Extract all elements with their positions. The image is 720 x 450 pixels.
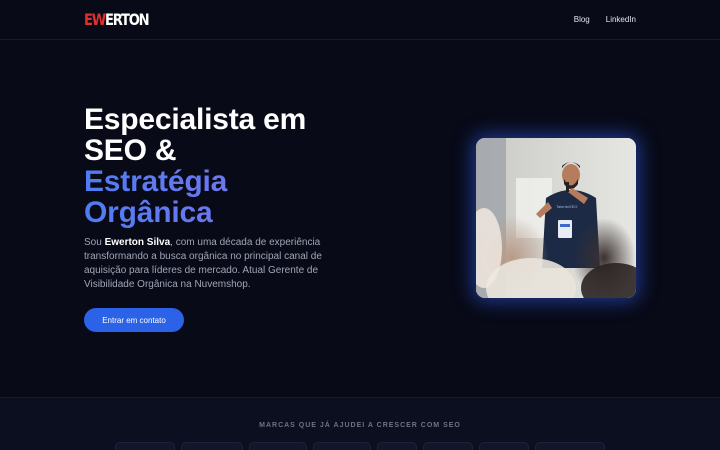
brand-logo-row — [0, 442, 720, 450]
brand-logo — [313, 442, 371, 450]
site-header: EWERTON Blog LinkedIn — [0, 0, 720, 40]
brand-logo — [115, 442, 175, 450]
hero-title-line-1: Especialista em — [84, 103, 307, 136]
desc-prefix: Sou — [84, 237, 105, 248]
desc-name: Ewerton Silva — [104, 237, 171, 248]
svg-text:TalentoSEO: TalentoSEO — [556, 204, 577, 209]
speaker-photo-image: TalentoSEO — [476, 138, 636, 298]
brands-title: MARCAS QUE JÁ AJUDEI A CRESCER COM SEO — [259, 422, 461, 429]
site-logo[interactable]: EWERTON — [84, 10, 150, 29]
speaker-photo: TalentoSEO — [476, 138, 636, 298]
brand-logo — [423, 442, 473, 450]
brand-logo — [181, 442, 243, 450]
hero-title-line-2: SEO & — [84, 134, 177, 167]
hero-title: Especialista em SEO & Estratégia Orgânic… — [84, 104, 384, 228]
brand-logo — [377, 442, 417, 450]
logo-mark-red: EW — [84, 10, 106, 29]
brands-section: MARCAS QUE JÁ AJUDEI A CRESCER COM SEO — [0, 397, 720, 450]
brand-logo — [479, 442, 529, 450]
hero-description: Sou Ewerton Silva, com uma década de exp… — [84, 236, 346, 292]
nav-link-linkedin[interactable]: LinkedIn — [606, 15, 636, 24]
brand-logo — [249, 442, 307, 450]
main-nav: Blog LinkedIn — [574, 15, 636, 24]
brand-logo — [535, 442, 605, 450]
hero-title-accent-1: Estratégia — [84, 166, 384, 197]
logo-mark-white: ERTON — [104, 10, 150, 29]
hero-title-accent-2: Orgânica — [84, 197, 384, 228]
contact-button[interactable]: Entrar em contato — [84, 308, 184, 332]
nav-link-blog[interactable]: Blog — [574, 15, 590, 24]
page: EWERTON Blog LinkedIn Especialista em SE… — [0, 0, 720, 450]
